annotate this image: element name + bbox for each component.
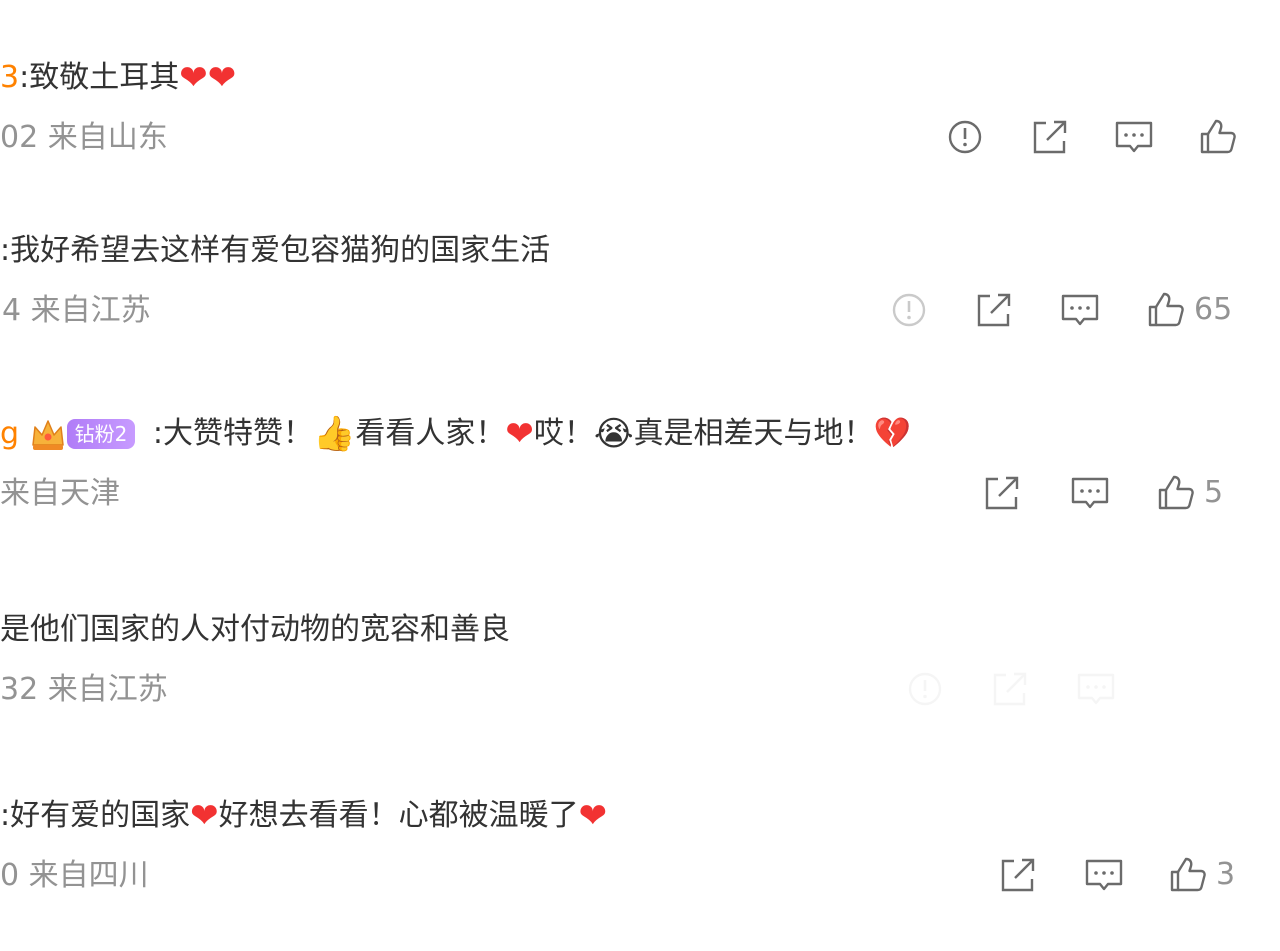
comment-body: g 钻粉2 :大赞特赞！👍看看人家！❤哎！😭真是相差天与地！💔	[0, 414, 911, 454]
comment-button[interactable]	[1114, 114, 1154, 160]
fan-badge: 钻粉2	[66, 419, 136, 449]
like-icon	[1170, 857, 1206, 892]
comment-text: 是他们国家的人对付动物的宽容和善良	[0, 612, 510, 647]
share-button[interactable]	[1030, 114, 1070, 160]
share-button[interactable]	[990, 666, 1030, 712]
comment-feed: 3:致敬土耳其❤❤ 02 来自山东 :我好希望去这样有爱包容猫狗的国家生活 4 …	[0, 0, 1280, 951]
comment-button[interactable]	[1084, 852, 1124, 898]
thumbs-up-icon: 👍	[312, 414, 356, 454]
like-button[interactable]: 3	[1168, 852, 1235, 898]
comment-username[interactable]: g	[0, 416, 19, 451]
heart-icon: ❤	[207, 58, 237, 98]
like-count: 5	[1204, 475, 1224, 510]
comment-icon	[1085, 859, 1123, 891]
report-icon	[948, 120, 982, 154]
comment-actions: 5	[0, 470, 1280, 516]
share-button[interactable]	[974, 287, 1014, 333]
heart-icon: ❤	[505, 414, 534, 454]
comment-icon	[1077, 673, 1115, 705]
comment-username[interactable]: 3	[0, 60, 19, 95]
like-icon	[1158, 475, 1194, 510]
comment-actions	[0, 114, 1280, 160]
comment-body: :我好希望去这样有爱包容猫狗的国家生活	[0, 231, 550, 271]
comment-text: :我好希望去这样有爱包容猫狗的国家生活	[0, 233, 551, 268]
comment-text: 好想去看看！心都被温暖了	[218, 798, 579, 833]
broken-heart-icon: 💔	[873, 416, 911, 451]
like-button[interactable]: 65	[1146, 287, 1232, 333]
share-icon	[1033, 120, 1067, 154]
comment-actions	[0, 666, 1280, 712]
share-button[interactable]	[982, 470, 1022, 516]
like-icon	[1148, 292, 1184, 327]
like-count: 3	[1216, 857, 1236, 892]
comment-button[interactable]	[1070, 470, 1110, 516]
crying-face-icon: 😭	[593, 414, 634, 454]
report-button[interactable]	[946, 114, 984, 160]
comment-icon	[1115, 121, 1153, 153]
heart-icon: ❤	[190, 796, 219, 836]
comment-text: 看看人家！	[355, 416, 506, 451]
report-button[interactable]	[890, 287, 928, 333]
report-icon	[908, 672, 942, 706]
comment-text: 哎！	[533, 416, 594, 451]
comment-body: 3:致敬土耳其❤❤	[0, 58, 236, 98]
comment-icon	[1061, 294, 1099, 326]
share-icon	[1001, 858, 1035, 892]
share-icon	[977, 293, 1011, 327]
report-button[interactable]	[906, 666, 944, 712]
comment-body: 是他们国家的人对付动物的宽容和善良	[0, 610, 510, 650]
crown-icon	[31, 420, 64, 450]
comment-button[interactable]	[1060, 287, 1100, 333]
like-button[interactable]: 5	[1156, 470, 1223, 516]
heart-icon: ❤	[578, 796, 608, 836]
comment-icon	[1071, 477, 1109, 509]
like-icon	[1200, 119, 1236, 154]
comment-actions: 65	[0, 287, 1280, 333]
comment-actions: 3	[0, 852, 1280, 898]
comment-button[interactable]	[1076, 666, 1116, 712]
comment-text: :致敬土耳其	[19, 60, 180, 95]
like-button[interactable]	[1198, 114, 1246, 160]
report-icon	[892, 293, 926, 327]
comment-text: 真是相差天与地！	[633, 416, 874, 451]
comment-text: :大赞特赞！	[143, 416, 313, 451]
share-icon	[993, 672, 1027, 706]
comment-body: :好有爱的国家❤好想去看看！心都被温暖了❤	[0, 796, 607, 836]
share-icon	[985, 476, 1019, 510]
heart-icon: ❤	[179, 58, 208, 98]
comment-text: :好有爱的国家	[0, 798, 191, 833]
share-button[interactable]	[998, 852, 1038, 898]
like-count: 65	[1194, 292, 1233, 327]
